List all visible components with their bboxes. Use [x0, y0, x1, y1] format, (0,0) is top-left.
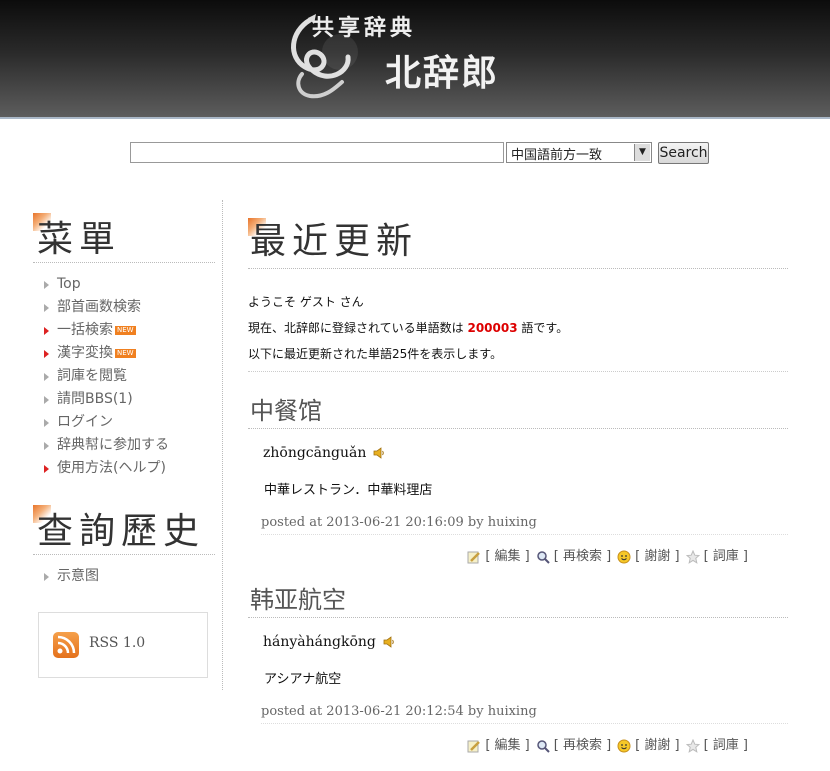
entry-word[interactable]: 中餐馆 — [248, 394, 788, 429]
entry-meaning: 中華レストラン．中華料理店 — [264, 483, 433, 498]
triangle-bullet-icon — [44, 327, 49, 335]
sidebar: 菜單 Top 部首画数検索 一括検索 NEW 漢字変換 NEW 詞庫を閲覧 請問BBS(1) ロ… — [33, 210, 215, 588]
triangle-bullet-icon — [44, 419, 49, 427]
triangle-bullet-icon — [44, 396, 49, 404]
menu-item-label[interactable]: ログイン — [57, 414, 113, 430]
entry-posted: posted at 2013-06-21 20:16:09 by huixing — [261, 515, 788, 535]
entry-actions: [ 編集 ] [ 再検索 ] [ 謝謝 ] [ 詞庫 ] — [248, 547, 788, 567]
menu-list: Top 部首画数検索 一括検索 NEW 漢字変換 NEW 詞庫を閲覧 請問BBS(1) ログイン… — [33, 273, 215, 480]
word-count: 200003 — [467, 321, 518, 335]
entry-pinyin: zhōngcānguǎn — [263, 445, 788, 461]
menu-item-label[interactable]: 部首画数検索 — [57, 299, 141, 315]
history-heading: 查詢歷史 — [33, 502, 215, 555]
recent-note: 以下に最近更新された単語25件を表示します。 — [248, 347, 503, 361]
entry-list: 中餐馆 zhōngcānguǎn 中華レストラン．中華料理店 posted at 20… — [248, 394, 788, 756]
wordbook-link[interactable]: [ 詞庫 ] — [704, 738, 748, 753]
research-link[interactable]: [ 再検索 ] — [554, 549, 611, 564]
entry: 韩亚航空 hányàhángkōng アシアナ航空 posted at 2013-06… — [248, 583, 788, 756]
triangle-bullet-icon — [44, 304, 49, 312]
smiley-icon — [617, 739, 631, 752]
pinyin-text: hányàhángkōng — [263, 634, 376, 650]
triangle-bullet-icon — [44, 573, 49, 581]
star-icon — [685, 549, 700, 564]
triangle-bullet-icon — [44, 442, 49, 450]
intro-text: ようこそ ゲスト さん 現在、北辞郎に登録されている単語数は 200003 語で… — [248, 289, 788, 367]
history-list: 示意图 — [33, 565, 215, 588]
triangle-bullet-icon — [44, 373, 49, 381]
page-title: 最近更新 — [250, 221, 419, 262]
menu-item-label[interactable]: 一括検索 — [57, 322, 113, 338]
entry-word[interactable]: 韩亚航空 — [248, 583, 788, 618]
thanks-link[interactable]: [ 謝謝 ] — [635, 738, 679, 753]
menu-item[interactable]: ログイン — [33, 411, 215, 434]
triangle-bullet-icon — [44, 281, 49, 289]
menu-item[interactable]: 一括検索 NEW — [33, 319, 215, 342]
count-suffix: 語です。 — [517, 321, 569, 335]
entry-pinyin: hányàhángkōng — [263, 634, 788, 650]
search-mode-selected: 中国語前方一致 — [511, 148, 603, 163]
menu-item[interactable]: Top — [33, 273, 215, 296]
count-prefix: 現在、北辞郎に登録されている単語数は — [248, 321, 468, 335]
menu-item-label[interactable]: 漢字変換 — [57, 345, 113, 361]
menu-item[interactable]: 辞典幇に参加する — [33, 434, 215, 457]
menu-item[interactable]: 詞庫を閲覧 — [33, 365, 215, 388]
edit-icon — [467, 740, 481, 752]
menu-item-label[interactable]: 請問BBS(1) — [57, 391, 133, 407]
rss-box: RSS 1.0 — [38, 612, 208, 678]
logo-subtitle: 共享辞典 — [312, 15, 417, 41]
menu-heading: 菜單 — [33, 210, 215, 263]
search-input[interactable] — [130, 142, 504, 163]
new-badge: NEW — [115, 348, 136, 358]
entry-posted: posted at 2013-06-21 20:12:54 by huixing — [261, 704, 788, 724]
menu-title: 菜單 — [37, 219, 122, 260]
magnifier-icon — [536, 550, 550, 564]
magnifier-icon — [536, 739, 550, 753]
smiley-icon — [617, 550, 631, 563]
edit-link[interactable]: [ 編集 ] — [485, 738, 529, 753]
triangle-bullet-icon — [44, 465, 49, 473]
divider — [248, 371, 788, 372]
rss-link[interactable]: RSS 1.0 — [89, 635, 145, 651]
search-button[interactable]: Search — [658, 142, 709, 164]
wordbook-link[interactable]: [ 詞庫 ] — [704, 549, 748, 564]
rss-icon[interactable] — [53, 632, 79, 658]
entry-meaning: アシアナ航空 — [264, 672, 342, 687]
edit-link[interactable]: [ 編集 ] — [485, 549, 529, 564]
main-heading: 最近更新 — [248, 210, 788, 269]
menu-item-label[interactable]: Top — [57, 276, 81, 292]
logo-title[interactable]: 北辞郎 — [385, 44, 499, 96]
menu-item[interactable]: 請問BBS(1) — [33, 388, 215, 411]
star-icon — [685, 738, 700, 753]
search-mode-select[interactable]: 中国語前方一致 ▼ — [506, 142, 652, 163]
pinyin-text: zhōngcānguǎn — [263, 445, 367, 461]
history-item-label[interactable]: 示意图 — [57, 568, 99, 584]
chevron-down-icon[interactable]: ▼ — [634, 144, 650, 161]
word-count-line: 現在、北辞郎に登録されている単語数は 200003 語です。 — [248, 315, 788, 341]
menu-item-label[interactable]: 辞典幇に参加する — [57, 437, 169, 453]
column-divider — [222, 200, 223, 690]
speaker-icon[interactable] — [382, 635, 396, 649]
menu-item[interactable]: 部首画数検索 — [33, 296, 215, 319]
menu-item[interactable]: 漢字変換 NEW — [33, 342, 215, 365]
entry: 中餐馆 zhōngcānguǎn 中華レストラン．中華料理店 posted at 20… — [248, 394, 788, 567]
menu-item-label[interactable]: 詞庫を閲覧 — [57, 368, 127, 384]
welcome-text: ようこそ ゲスト さん — [248, 295, 364, 309]
site-header: 共享辞典 北辞郎 — [0, 0, 830, 119]
thanks-link[interactable]: [ 謝謝 ] — [635, 549, 679, 564]
research-link[interactable]: [ 再検索 ] — [554, 738, 611, 753]
main-content: 最近更新 ようこそ ゲスト さん 現在、北辞郎に登録されている単語数は 2000… — [248, 210, 788, 756]
history-item[interactable]: 示意图 — [33, 565, 215, 588]
edit-icon — [467, 551, 481, 563]
speaker-icon[interactable] — [372, 446, 386, 460]
history-title: 查詢歷史 — [37, 511, 206, 552]
menu-item[interactable]: 使用方法(ヘルプ) — [33, 457, 215, 480]
new-badge: NEW — [115, 325, 136, 335]
triangle-bullet-icon — [44, 350, 49, 358]
entry-actions: [ 編集 ] [ 再検索 ] [ 謝謝 ] [ 詞庫 ] — [248, 736, 788, 756]
menu-item-label[interactable]: 使用方法(ヘルプ) — [57, 460, 166, 476]
